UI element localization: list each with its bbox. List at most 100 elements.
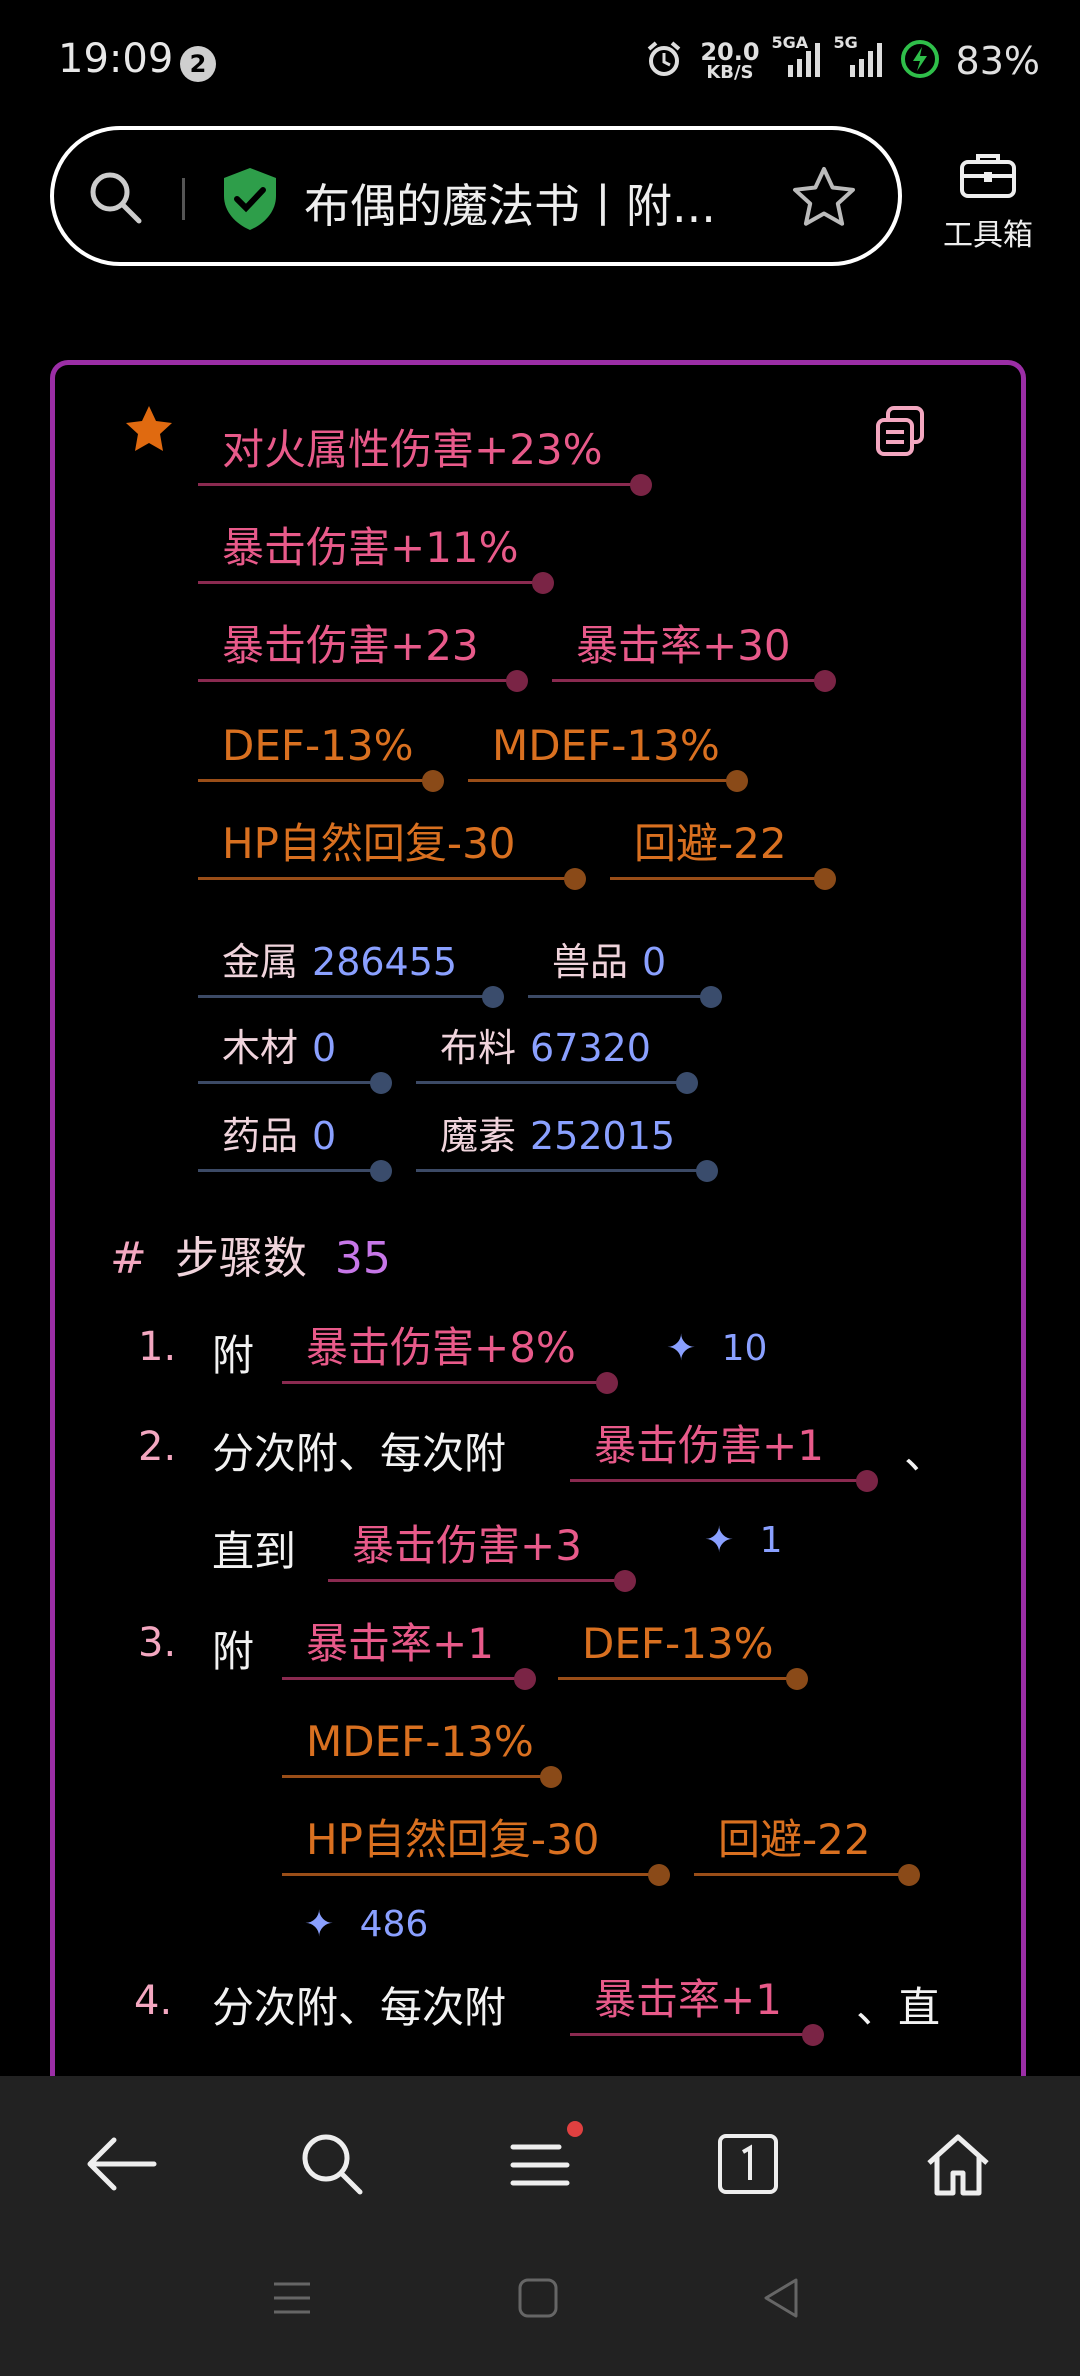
notification-dot xyxy=(567,2121,583,2137)
effect-tag: HP自然回复-30 xyxy=(198,814,586,890)
resource-value: 0 xyxy=(642,940,667,984)
tag-dot xyxy=(506,670,528,692)
battery-charging-icon xyxy=(900,39,940,83)
effect-tag: 暴击率+1 xyxy=(282,1614,536,1690)
tag-underline xyxy=(282,1873,658,1876)
toolbox-label: 工具箱 xyxy=(943,218,1033,253)
resource-item: 药品 0 xyxy=(198,1106,392,1182)
status-bar: 19:09 2 20.0 KB/S 5GA 5G 83% xyxy=(0,0,1080,120)
step-cost-value: 10 xyxy=(721,1328,768,1369)
effect-tag: 暴击率+1 xyxy=(570,1970,824,2046)
tag-underline xyxy=(198,679,516,682)
step-text: 附 xyxy=(212,1331,255,1380)
star-icon xyxy=(122,404,176,460)
resource-item: 兽品 0 xyxy=(528,932,722,1008)
tag-underline xyxy=(528,995,710,998)
notification-count-badge: 2 xyxy=(180,46,216,82)
tag-dot xyxy=(596,1372,618,1394)
tag-underline xyxy=(570,2033,812,2036)
effect-tag-label: 暴击伤害+11% xyxy=(222,523,519,572)
page-title[interactable]: 布偶的魔法书丨附... xyxy=(304,170,716,236)
effect-tag: 回避-22 xyxy=(694,1810,920,1886)
resource-item: 木材 0 xyxy=(198,1018,392,1094)
effect-tag: MDEF-13% xyxy=(282,1712,562,1788)
net-speed: 20.0 KB/S xyxy=(700,40,759,82)
step-text: 、直 xyxy=(856,1983,941,2032)
tag-dot xyxy=(370,1072,392,1094)
copy-icon[interactable] xyxy=(872,404,928,464)
step-separator: 、 xyxy=(904,1429,947,1478)
effect-tag-label: 回避-22 xyxy=(634,819,787,868)
system-back-button[interactable] xyxy=(752,2270,812,2330)
search-icon[interactable] xyxy=(84,166,148,234)
address-bar[interactable]: 布偶的魔法书丨附... xyxy=(50,126,902,266)
signal1-label: 5GA xyxy=(771,33,809,52)
tag-dot xyxy=(422,770,444,792)
system-home-button[interactable] xyxy=(508,2270,568,2330)
search-button[interactable] xyxy=(282,2116,382,2216)
tag-underline xyxy=(198,581,542,584)
step-number: 4. xyxy=(134,1978,173,2024)
tag-underline xyxy=(558,1677,796,1680)
tag-dot xyxy=(856,1470,878,1492)
resource-value: 0 xyxy=(312,1114,337,1158)
home-button[interactable] xyxy=(908,2116,1008,2216)
sparkle-icon: ✦ xyxy=(304,1904,335,1945)
menu-button[interactable] xyxy=(490,2116,590,2216)
alarm-icon xyxy=(644,39,684,83)
sparkle-icon: ✦ xyxy=(704,1520,735,1561)
resource-label: 魔素 xyxy=(440,1114,517,1158)
effect-tag: DEF-13% xyxy=(558,1614,808,1690)
tag-underline xyxy=(198,1169,380,1172)
effect-tag-label: DEF-13% xyxy=(222,721,414,770)
step-cost: ✦ 10 xyxy=(666,1328,767,1369)
tag-underline xyxy=(570,1479,866,1482)
tag-underline xyxy=(198,877,574,880)
effect-tag-label: 暴击率+1 xyxy=(594,1975,782,2024)
tag-dot xyxy=(482,986,504,1008)
tag-underline xyxy=(416,1081,686,1084)
tabs-icon xyxy=(716,2132,780,2200)
tag-underline xyxy=(198,995,492,998)
effect-tag-label: HP自然回复-30 xyxy=(222,819,516,868)
signal-5ga-icon: 5GA xyxy=(772,33,822,83)
toolbox-icon xyxy=(958,150,1018,204)
step-number: 3. xyxy=(138,1620,177,1666)
net-speed-value: 20.0 xyxy=(700,38,760,66)
bookmark-star-icon[interactable] xyxy=(790,164,858,236)
tag-dot xyxy=(786,1668,808,1690)
effect-tag-label: HP自然回复-30 xyxy=(306,1815,600,1864)
tag-dot xyxy=(630,474,652,496)
effect-tag-label: 暴击伤害+8% xyxy=(306,1323,576,1372)
effect-tag-label: 暴击率+1 xyxy=(306,1619,494,1668)
security-shield-icon[interactable] xyxy=(220,166,280,236)
triangle-back-icon xyxy=(760,2276,804,2324)
tag-dot xyxy=(532,572,554,594)
toolbox-button[interactable]: 工具箱 xyxy=(928,146,1048,256)
tag-dot xyxy=(696,1160,718,1182)
tabs-button[interactable] xyxy=(698,2116,798,2216)
effect-tag-label: DEF-13% xyxy=(582,1619,774,1668)
browser-bottom-nav xyxy=(0,2076,1080,2376)
effect-tag: 暴击伤害+8% xyxy=(282,1318,618,1394)
tag-underline xyxy=(198,483,640,486)
tag-dot xyxy=(802,2024,824,2046)
step-cost: ✦ 1 xyxy=(704,1520,783,1561)
step-text: 直到 xyxy=(212,1527,297,1576)
tag-dot xyxy=(514,1668,536,1690)
tag-underline xyxy=(198,779,432,782)
system-recents-button[interactable] xyxy=(262,2270,322,2330)
back-button[interactable] xyxy=(72,2116,172,2216)
effect-tag: 暴击率+30 xyxy=(552,616,836,692)
steps-heading: # 步骤数 35 xyxy=(110,1222,391,1286)
net-speed-unit: KB/S xyxy=(706,62,754,83)
step-number: 1. xyxy=(138,1324,177,1370)
effect-tag-label: MDEF-13% xyxy=(492,721,720,770)
step-text: 附 xyxy=(212,1627,255,1676)
tag-dot xyxy=(700,986,722,1008)
tag-dot xyxy=(676,1072,698,1094)
effect-tag: DEF-13% xyxy=(198,716,444,792)
status-time: 19:09 xyxy=(58,36,174,82)
recents-icon xyxy=(270,2276,314,2324)
effect-tag-label: 暴击伤害+1 xyxy=(594,1421,824,1470)
